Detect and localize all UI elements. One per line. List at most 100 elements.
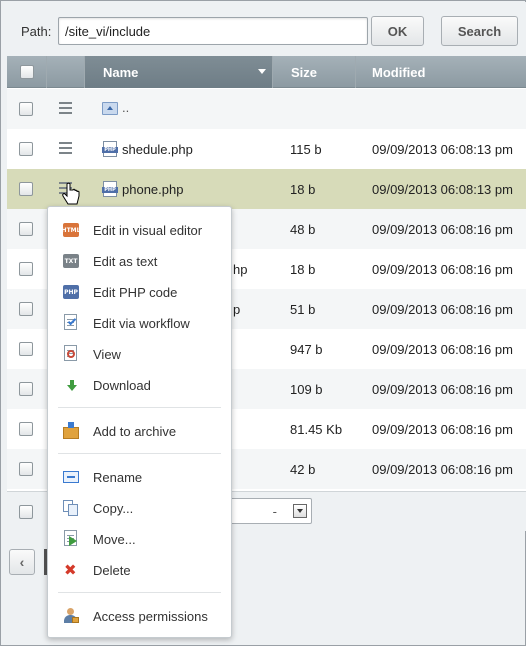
archive-icon bbox=[62, 422, 80, 440]
file-size: 48 b bbox=[290, 222, 316, 237]
menu-item-label: Rename bbox=[93, 470, 143, 485]
group-action-value: - bbox=[272, 504, 277, 519]
file-modified: 09/09/2013 06:08:16 pm bbox=[372, 342, 513, 357]
file-modified: 09/09/2013 06:08:16 pm bbox=[372, 462, 513, 477]
column-size-label: Size bbox=[291, 64, 318, 80]
menu-item-delete[interactable]: ✖ Delete bbox=[48, 556, 231, 584]
permissions-icon bbox=[62, 607, 80, 625]
file-manager-window: Path: OK Search Name Size Modified bbox=[0, 0, 526, 646]
grid-header: Name Size Modified bbox=[7, 56, 526, 88]
file-size: 115 b bbox=[290, 142, 322, 157]
path-label: Path: bbox=[21, 24, 52, 39]
file-name-link[interactable]: shedule.php bbox=[122, 142, 193, 157]
hand-cursor-icon bbox=[62, 182, 80, 205]
menu-item-archive[interactable]: Add to archive bbox=[48, 417, 231, 445]
select-all-checkbox[interactable] bbox=[19, 65, 34, 79]
file-modified: 09/09/2013 06:08:16 pm bbox=[372, 222, 513, 237]
menu-item-label: Delete bbox=[93, 563, 131, 578]
html-edit-icon: HTML bbox=[62, 221, 80, 239]
menu-item-label: Add to archive bbox=[93, 424, 177, 439]
ok-button[interactable]: OK bbox=[371, 16, 424, 46]
menu-item-edit-php[interactable]: PHP Edit PHP code bbox=[48, 278, 231, 306]
table-row[interactable]: PHP shedule.php 115 b 09/09/2013 06:08:1… bbox=[7, 129, 526, 169]
menu-separator bbox=[58, 407, 221, 408]
file-name-link[interactable]: p bbox=[233, 302, 240, 317]
file-name-link[interactable]: phone.php bbox=[122, 182, 183, 197]
search-button[interactable]: Search bbox=[441, 16, 518, 46]
folder-up-icon bbox=[102, 101, 118, 117]
header-select-all-cell bbox=[7, 56, 47, 88]
menu-separator bbox=[58, 592, 221, 593]
menu-item-label: View bbox=[93, 347, 121, 362]
column-name-label: Name bbox=[103, 64, 139, 80]
file-size: 81.45 Kb bbox=[290, 422, 343, 437]
menu-separator bbox=[58, 453, 221, 454]
file-modified: 09/09/2013 06:08:13 pm bbox=[372, 142, 513, 157]
row-checkbox[interactable] bbox=[19, 302, 33, 316]
download-icon bbox=[62, 376, 80, 394]
row-checkbox[interactable] bbox=[19, 422, 33, 436]
delete-icon: ✖ bbox=[64, 561, 77, 579]
file-size: 42 b bbox=[290, 462, 316, 477]
rename-icon bbox=[62, 468, 80, 486]
menu-item-move[interactable]: Move... bbox=[48, 525, 231, 553]
row-checkbox[interactable] bbox=[19, 262, 33, 276]
menu-item-permissions[interactable]: Access permissions bbox=[48, 602, 231, 630]
header-menu-cell bbox=[47, 56, 85, 88]
column-header-size[interactable]: Size bbox=[273, 56, 356, 88]
row-checkbox[interactable] bbox=[19, 222, 33, 236]
file-modified: 09/09/2013 06:08:13 pm bbox=[372, 182, 513, 197]
menu-item-label: Edit as text bbox=[93, 254, 158, 269]
file-modified: 09/09/2013 06:08:16 pm bbox=[372, 382, 513, 397]
row-checkbox[interactable] bbox=[19, 382, 33, 396]
menu-item-download[interactable]: Download bbox=[48, 371, 231, 399]
column-header-modified[interactable]: Modified bbox=[356, 56, 526, 88]
menu-item-label: Edit PHP code bbox=[93, 285, 178, 300]
menu-item-label: Copy... bbox=[93, 501, 134, 516]
menu-item-label: Edit in visual editor bbox=[93, 223, 203, 238]
file-modified: 09/09/2013 06:08:16 pm bbox=[372, 262, 513, 277]
path-input[interactable] bbox=[58, 17, 368, 45]
file-size: 947 b bbox=[290, 342, 323, 357]
footer-select-all-checkbox[interactable] bbox=[19, 505, 33, 519]
text-edit-icon: TXT bbox=[62, 252, 80, 270]
file-size: 18 b bbox=[290, 182, 316, 197]
move-icon bbox=[62, 530, 80, 548]
menu-item-copy[interactable]: Copy... bbox=[48, 494, 231, 522]
column-header-name[interactable]: Name bbox=[85, 56, 273, 88]
row-checkbox[interactable] bbox=[19, 142, 33, 156]
php-file-icon: PHP bbox=[102, 141, 118, 157]
row-checkbox[interactable] bbox=[19, 102, 33, 116]
workflow-icon bbox=[62, 314, 80, 332]
file-size: 109 b bbox=[290, 382, 323, 397]
view-icon bbox=[62, 345, 80, 363]
dropdown-arrow-icon[interactable] bbox=[293, 504, 307, 518]
menu-item-label: Move... bbox=[93, 532, 136, 547]
table-row-up[interactable]: .. bbox=[7, 89, 526, 129]
menu-item-view[interactable]: View bbox=[48, 340, 231, 368]
menu-item-edit-text[interactable]: TXT Edit as text bbox=[48, 247, 231, 275]
php-file-icon: PHP bbox=[102, 181, 118, 197]
row-checkbox[interactable] bbox=[19, 462, 33, 476]
file-name-link[interactable]: hp bbox=[233, 262, 247, 277]
menu-item-rename[interactable]: Rename bbox=[48, 463, 231, 491]
row-checkbox[interactable] bbox=[19, 182, 33, 196]
table-row-selected[interactable]: PHP phone.php 18 b 09/09/2013 06:08:13 p… bbox=[7, 169, 526, 209]
row-checkbox[interactable] bbox=[19, 342, 33, 356]
up-folder-link[interactable]: .. bbox=[122, 100, 129, 115]
prev-page-button[interactable]: ‹ bbox=[9, 549, 35, 575]
column-modified-label: Modified bbox=[372, 64, 426, 80]
row-menu-icon[interactable] bbox=[59, 102, 72, 114]
menu-item-label: Download bbox=[93, 378, 151, 393]
menu-item-label: Access permissions bbox=[93, 609, 208, 624]
php-edit-icon: PHP bbox=[62, 283, 80, 301]
path-toolbar: Path: OK Search bbox=[2, 2, 526, 56]
menu-item-edit-visual[interactable]: HTML Edit in visual editor bbox=[48, 216, 231, 244]
file-context-menu: HTML Edit in visual editor TXT Edit as t… bbox=[47, 206, 232, 638]
menu-item-edit-workflow[interactable]: Edit via workflow bbox=[48, 309, 231, 337]
sort-desc-icon bbox=[258, 69, 266, 74]
file-size: 18 b bbox=[290, 262, 316, 277]
file-size: 51 b bbox=[290, 302, 316, 317]
row-menu-icon[interactable] bbox=[59, 142, 72, 154]
file-modified: 09/09/2013 06:08:16 pm bbox=[372, 302, 513, 317]
